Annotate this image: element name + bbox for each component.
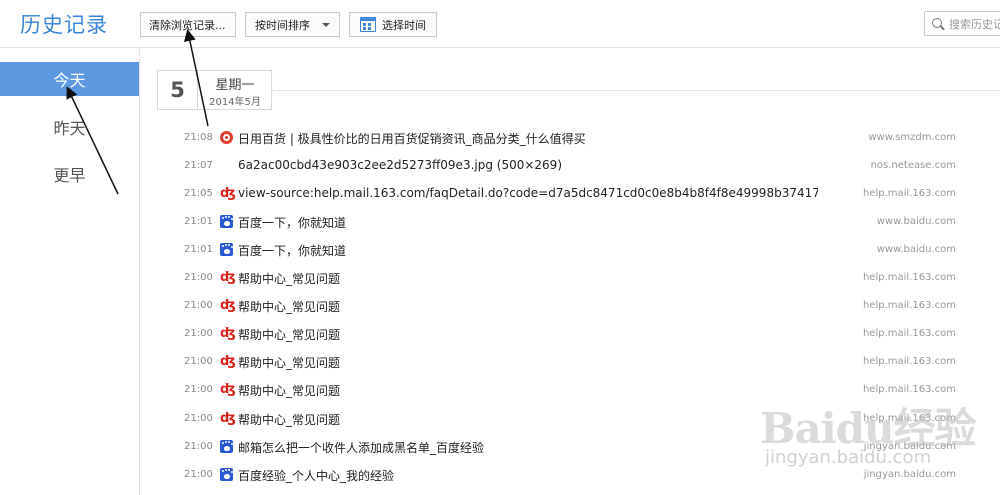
history-row[interactable]: 21:00 ʤ 帮助中心_常见问题 help.mail.163.com — [140, 406, 1000, 434]
netease-163-favicon-icon: ʤ — [220, 411, 236, 426]
date-divider — [272, 90, 1000, 91]
history-time: 21:00 — [184, 413, 213, 424]
history-domain: help.mail.163.com — [862, 328, 956, 339]
sidebar-item-yesterday[interactable]: 昨天 — [0, 110, 139, 144]
netease-163-favicon-icon: ʤ — [220, 270, 236, 285]
history-domain: www.smzdm.com — [868, 132, 956, 143]
history-domain: nos.netease.com — [870, 160, 956, 171]
history-row[interactable]: 21:00 ʤ 帮助中心_常见问题 help.mail.163.com — [140, 377, 1000, 405]
sidebar-item-today[interactable]: 今天 — [0, 62, 139, 96]
history-row[interactable]: 21:00 邮箱怎么把一个收件人添加成黑名单_百度经验 jingyan.baid… — [140, 434, 1000, 462]
search-placeholder: 搜索历史记 — [949, 17, 1000, 31]
netease-163-favicon-icon: ʤ — [220, 382, 236, 397]
history-time: 21:00 — [184, 469, 213, 480]
history-row[interactable]: 21:00 ʤ 帮助中心_常见问题 help.mail.163.com — [140, 321, 1000, 349]
history-time: 21:00 — [184, 328, 213, 339]
history-title-link[interactable]: 百度一下，你就知道 — [238, 242, 346, 259]
select-time-label: 选择时间 — [382, 18, 426, 32]
history-row[interactable]: 21:00 ʤ 帮助中心_常见问题 help.mail.163.com — [140, 265, 1000, 293]
history-time: 21:00 — [184, 272, 213, 283]
baidu-paw-favicon-icon — [220, 440, 233, 453]
page-title: 历史记录 — [20, 13, 108, 37]
sort-dropdown-label: 按时间排序 — [255, 18, 310, 32]
baidu-paw-favicon-icon — [220, 468, 233, 481]
history-title-link[interactable]: 日用百货 | 极具性价比的日用百货促销资讯_商品分类_什么值得买 — [238, 130, 586, 147]
history-title-link[interactable]: 帮助中心_常见问题 — [238, 270, 340, 287]
history-domain: www.baidu.com — [876, 216, 956, 227]
history-domain: jingyan.baidu.com — [863, 469, 956, 480]
netease-163-favicon-icon: ʤ — [220, 186, 236, 201]
history-row[interactable]: 21:01 百度一下，你就知道 www.baidu.com — [140, 237, 1000, 265]
baidu-paw-favicon-icon — [220, 243, 233, 256]
history-domain: help.mail.163.com — [862, 413, 956, 424]
search-icon — [932, 18, 942, 28]
history-domain: help.mail.163.com — [862, 188, 956, 199]
history-time: 21:07 — [184, 160, 213, 171]
history-title-link[interactable]: 帮助中心_常见问题 — [238, 298, 340, 315]
history-time: 21:01 — [184, 216, 213, 227]
history-row[interactable]: 21:05 ʤ view-source:help.mail.163.com/fa… — [140, 181, 1000, 209]
history-row[interactable]: 21:00 百度经验_个人中心_我的经验 jingyan.baidu.com — [140, 462, 1000, 490]
sidebar-item-label: 更早 — [53, 166, 86, 185]
date-group-header: 5 星期一 2014年5月 — [157, 70, 272, 110]
sidebar-item-label: 今天 — [53, 71, 86, 90]
netease-163-favicon-icon: ʤ — [220, 298, 236, 313]
calendar-icon — [360, 17, 376, 32]
history-time: 21:00 — [184, 300, 213, 311]
clear-history-label: 清除浏览记录... — [149, 18, 226, 32]
history-row[interactable]: 21:07 6a2ac00cbd43e903c2ee2d5273ff09e3.j… — [140, 153, 1000, 181]
history-time: 21:00 — [184, 356, 213, 367]
chevron-down-icon — [322, 23, 330, 27]
history-domain: help.mail.163.com — [862, 356, 956, 367]
history-title-link[interactable]: 帮助中心_常见问题 — [238, 411, 340, 428]
history-time: 21:08 — [184, 132, 213, 143]
search-input[interactable]: 搜索历史记 — [924, 11, 1000, 36]
history-time: 21:05 — [184, 188, 213, 199]
netease-163-favicon-icon: ʤ — [220, 354, 236, 369]
smzdm-favicon-icon — [220, 131, 233, 144]
date-weekday: 星期一 — [215, 78, 255, 93]
history-title-link[interactable]: 帮助中心_常见问题 — [238, 382, 340, 399]
select-time-button[interactable]: 选择时间 — [349, 12, 437, 37]
history-time: 21:00 — [184, 441, 213, 452]
date-month: 2014年5月 — [209, 97, 261, 108]
history-domain: jingyan.baidu.com — [863, 441, 956, 452]
history-title-link[interactable]: 百度一下，你就知道 — [238, 214, 346, 231]
netease-163-favicon-icon: ʤ — [220, 326, 236, 341]
history-title-link[interactable]: 帮助中心_常见问题 — [238, 354, 340, 371]
history-domain: help.mail.163.com — [862, 300, 956, 311]
history-title-link[interactable]: view-source:help.mail.163.com/faqDetail.… — [238, 186, 818, 200]
history-domain: www.baidu.com — [876, 244, 956, 255]
history-title-link[interactable]: 邮箱怎么把一个收件人添加成黑名单_百度经验 — [238, 439, 484, 456]
history-row[interactable]: 21:01 百度一下，你就知道 www.baidu.com — [140, 209, 1000, 237]
history-row[interactable]: 21:08 日用百货 | 极具性价比的日用百货促销资讯_商品分类_什么值得买 w… — [140, 125, 1000, 153]
baidu-paw-favicon-icon — [220, 215, 233, 228]
history-domain: help.mail.163.com — [862, 384, 956, 395]
sort-dropdown[interactable]: 按时间排序 — [245, 12, 340, 37]
history-title-link[interactable]: 帮助中心_常见问题 — [238, 326, 340, 343]
history-time: 21:00 — [184, 384, 213, 395]
history-domain: help.mail.163.com — [862, 272, 956, 283]
history-time: 21:01 — [184, 244, 213, 255]
sidebar-item-earlier[interactable]: 更早 — [0, 157, 139, 191]
history-row[interactable]: 21:00 ʤ 帮助中心_常见问题 help.mail.163.com — [140, 349, 1000, 377]
history-row[interactable]: 21:00 ʤ 帮助中心_常见问题 help.mail.163.com — [140, 293, 1000, 321]
history-title-link[interactable]: 6a2ac00cbd43e903c2ee2d5273ff09e3.jpg (50… — [238, 158, 562, 172]
sidebar: 今天 昨天 更早 — [0, 49, 140, 495]
top-bar: 历史记录 清除浏览记录... 按时间排序 选择时间 搜索历史记 — [0, 0, 1000, 48]
clear-history-button[interactable]: 清除浏览记录... — [140, 12, 236, 37]
date-day-number: 5 — [158, 71, 198, 109]
history-title-link[interactable]: 百度经验_个人中心_我的经验 — [238, 467, 394, 484]
sidebar-item-label: 昨天 — [53, 119, 86, 138]
